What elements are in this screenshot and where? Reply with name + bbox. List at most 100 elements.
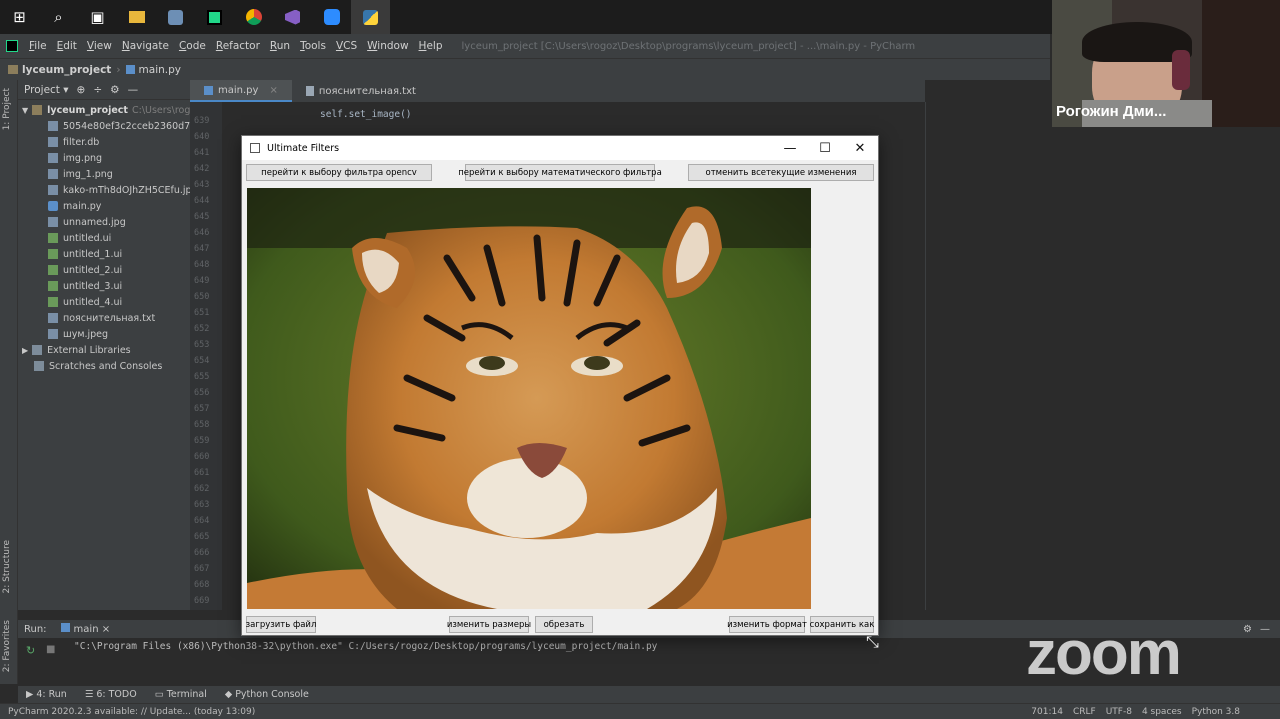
line-number: 650 — [194, 292, 210, 302]
menu-run[interactable]: Run — [265, 40, 295, 52]
gear-icon[interactable]: ⚙ — [110, 84, 119, 96]
tab-python-console[interactable]: ◆ Python Console — [225, 689, 309, 700]
tree-file-item[interactable]: шум.jpeg — [18, 326, 190, 342]
resize-button[interactable]: изменить размеры — [447, 616, 531, 633]
tree-file-item[interactable]: пояснительная.txt — [18, 310, 190, 326]
structure-tool-tab[interactable]: 2: Structure — [2, 540, 12, 594]
dialog-title: Ultimate Filters — [267, 142, 340, 154]
crop-button[interactable]: обрезать — [535, 616, 593, 633]
task-view-icon[interactable]: ▣ — [78, 0, 117, 34]
zoom-app-icon[interactable] — [312, 0, 351, 34]
ui-file-icon — [48, 265, 58, 275]
tree-file-item[interactable]: untitled_4.ui — [18, 294, 190, 310]
participant-name: Рогожин Дми... — [1056, 103, 1167, 120]
line-number: 667 — [194, 564, 210, 574]
python-file-icon — [204, 85, 213, 95]
app-icon[interactable] — [156, 0, 195, 34]
stop-icon[interactable]: ■ — [46, 644, 55, 655]
tab-terminal[interactable]: ▭ Terminal — [155, 689, 207, 700]
close-icon[interactable]: × — [269, 85, 277, 96]
chrome-icon[interactable] — [234, 0, 273, 34]
project-view-selector[interactable]: Project ▾ — [24, 84, 69, 96]
tree-file-item[interactable]: untitled_3.ui — [18, 278, 190, 294]
terminal-icon: ▭ — [154, 689, 167, 700]
tree-file-item[interactable]: kako-mTh8dOJhZH5CEfu.jpg — [18, 182, 198, 198]
menu-tools[interactable]: Tools — [295, 40, 331, 52]
line-number: 659 — [194, 436, 210, 446]
line-number: 662 — [194, 484, 210, 494]
left-tool-stripe: 1: Project 2: Structure 2: Favorites — [0, 80, 18, 684]
project-tool-tab[interactable]: 1: Project — [2, 88, 12, 130]
line-number: 644 — [194, 196, 210, 206]
tab-main-py[interactable]: main.py × — [190, 80, 292, 102]
breadcrumb-project[interactable]: lyceum_project — [22, 64, 111, 76]
breadcrumb-file[interactable]: main.py — [139, 64, 181, 76]
minimize-button[interactable]: — — [772, 136, 808, 160]
gear-icon[interactable]: ⚙ — [1243, 624, 1252, 635]
menu-view[interactable]: View — [82, 40, 117, 52]
scratches-icon — [34, 361, 44, 371]
tab-explanatory-txt[interactable]: пояснительная.txt — [292, 80, 430, 102]
line-separator[interactable]: CRLF — [1073, 707, 1096, 717]
tree-file-item[interactable]: 5054e80ef3c2cceb2360d77c5d — [18, 118, 214, 134]
menu-window[interactable]: Window — [362, 40, 413, 52]
undo-all-button[interactable]: отменить всетекущие изменения — [688, 164, 874, 181]
file-explorer-icon[interactable] — [117, 0, 156, 34]
tab-run[interactable]: ▶ 4: Run — [26, 689, 67, 700]
tree-file-item[interactable]: img.png — [18, 150, 190, 166]
line-number: 649 — [194, 276, 210, 286]
tree-file-label: unnamed.jpg — [63, 216, 126, 228]
tree-file-item[interactable]: img_1.png — [18, 166, 190, 182]
file-icon — [48, 121, 58, 131]
tree-file-item[interactable]: unnamed.jpg — [18, 214, 190, 230]
tree-scratches[interactable]: Scratches and Consoles — [18, 358, 190, 374]
file-encoding[interactable]: UTF-8 — [1106, 707, 1132, 717]
tree-file-item[interactable]: filter.db — [18, 134, 190, 150]
opencv-filter-button[interactable]: перейти к выбору фильтра opencv — [246, 164, 432, 181]
locate-icon[interactable]: ⊕ — [77, 84, 86, 96]
favorites-tool-tab[interactable]: 2: Favorites — [2, 620, 12, 672]
menu-help[interactable]: Help — [414, 40, 448, 52]
tiger-image — [247, 188, 811, 609]
change-format-button[interactable]: изменить формат — [727, 616, 807, 633]
rerun-icon[interactable]: ↻ — [26, 644, 35, 657]
tree-file-label: пояснительная.txt — [63, 312, 156, 324]
load-file-button[interactable]: загрузить файл — [246, 616, 316, 633]
tab-todo[interactable]: ☰ 6: TODO — [85, 689, 137, 700]
search-icon[interactable]: ⌕ — [39, 0, 78, 34]
windows-start-icon[interactable]: ⊞ — [0, 0, 39, 34]
tree-root[interactable]: ▼ lyceum_project C:\Users\rogoz\ — [18, 102, 204, 118]
hide-icon[interactable]: — — [128, 84, 139, 96]
line-number: 658 — [194, 420, 210, 430]
tree-file-item[interactable]: untitled.ui — [18, 230, 190, 246]
python-icon[interactable] — [351, 0, 390, 34]
hide-icon[interactable]: — — [1260, 624, 1270, 635]
caret-position[interactable]: 701:14 — [1031, 707, 1063, 717]
tree-external-libraries[interactable]: ▶ External Libraries — [18, 342, 190, 358]
update-notification[interactable]: PyCharm 2020.2.3 available: // Update...… — [8, 707, 255, 717]
menu-vcs[interactable]: VCS — [331, 40, 362, 52]
line-number: 660 — [194, 452, 210, 462]
tree-file-item[interactable]: main.py — [18, 198, 190, 214]
tree-file-item[interactable]: untitled_2.ui — [18, 262, 190, 278]
tree-file-item[interactable]: untitled_1.ui — [18, 246, 190, 262]
maximize-button[interactable]: ☐ — [807, 136, 843, 160]
visual-studio-icon[interactable] — [273, 0, 312, 34]
menu-edit[interactable]: Edit — [52, 40, 82, 52]
collapse-icon[interactable]: ÷ — [93, 84, 102, 96]
run-config-tab[interactable]: main × — [60, 623, 110, 635]
file-icon — [48, 313, 58, 323]
menu-navigate[interactable]: Navigate — [117, 40, 174, 52]
math-filter-button[interactable]: перейти к выбору математического фильтра — [458, 164, 662, 181]
python-interpreter[interactable]: Python 3.8 — [1192, 707, 1240, 717]
menu-refactor[interactable]: Refactor — [211, 40, 265, 52]
pycharm-app-icon[interactable] — [195, 0, 234, 34]
indent-setting[interactable]: 4 spaces — [1142, 707, 1182, 717]
menu-file[interactable]: File — [24, 40, 52, 52]
close-button[interactable]: ✕ — [842, 136, 878, 160]
menu-code[interactable]: Code — [174, 40, 211, 52]
tree-file-label: шум.jpeg — [63, 328, 109, 340]
save-as-button[interactable]: сохранить как — [810, 616, 874, 633]
python-file-icon — [48, 201, 58, 211]
window-title: lyceum_project [C:\Users\rogoz\Desktop\p… — [461, 40, 916, 52]
